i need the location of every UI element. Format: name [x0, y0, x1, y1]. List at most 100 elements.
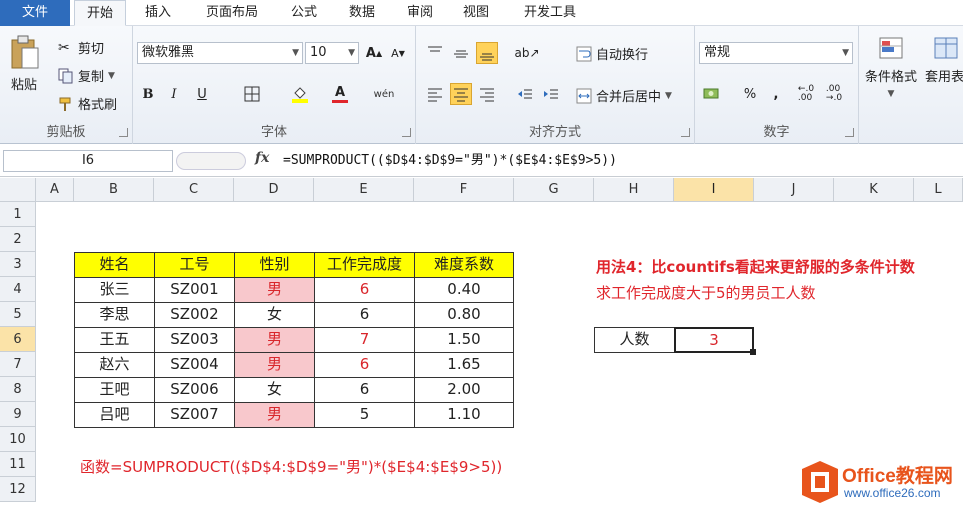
- column-header-h[interactable]: H: [594, 178, 674, 202]
- comma-button[interactable]: ,: [765, 83, 787, 105]
- table-cell[interactable]: 0.40: [414, 277, 514, 303]
- italic-button[interactable]: I: [163, 83, 185, 105]
- table-cell[interactable]: 男: [234, 277, 315, 303]
- orientation-button[interactable]: ab↗: [514, 42, 539, 64]
- font-color-button[interactable]: A: [329, 83, 351, 105]
- count-label-cell[interactable]: 人数: [594, 327, 675, 353]
- name-box[interactable]: I6: [3, 150, 173, 172]
- tab-home[interactable]: 开始: [74, 0, 126, 26]
- table-cell[interactable]: 吕吧: [74, 402, 155, 428]
- align-left-button[interactable]: [424, 83, 446, 105]
- alignment-launcher-icon[interactable]: [681, 128, 690, 137]
- phonetic-button[interactable]: wén: [373, 83, 395, 105]
- row-header-11[interactable]: 11: [0, 452, 36, 477]
- conditional-format-button[interactable]: 条件格式 ▼: [865, 36, 917, 99]
- grow-font-button[interactable]: A ▲: [363, 42, 385, 64]
- underline-button[interactable]: U: [191, 83, 213, 105]
- font-size-select[interactable]: 10 ▼: [305, 42, 359, 64]
- table-cell[interactable]: SZ006: [154, 377, 235, 403]
- tab-review[interactable]: 审阅: [396, 0, 444, 26]
- row-header-2[interactable]: 2: [0, 227, 36, 252]
- row-header-5[interactable]: 5: [0, 302, 36, 327]
- tab-file[interactable]: 文件: [0, 0, 70, 26]
- row-header-3[interactable]: 3: [0, 252, 36, 277]
- row-header-1[interactable]: 1: [0, 202, 36, 227]
- table-cell[interactable]: 赵六: [74, 352, 155, 378]
- align-bottom-button[interactable]: [476, 42, 498, 64]
- tab-insert[interactable]: 插入: [134, 0, 182, 26]
- select-all-corner[interactable]: [0, 178, 36, 202]
- bold-button[interactable]: B: [137, 83, 159, 105]
- tab-view[interactable]: 视图: [452, 0, 500, 26]
- row-header-12[interactable]: 12: [0, 477, 36, 502]
- column-header-l[interactable]: L: [914, 178, 963, 202]
- tab-developer[interactable]: 开发工具: [514, 0, 586, 26]
- table-cell[interactable]: SZ003: [154, 327, 235, 353]
- table-cell[interactable]: 6: [314, 277, 415, 303]
- column-header-b[interactable]: B: [74, 178, 154, 202]
- table-cell[interactable]: 0.80: [414, 302, 514, 328]
- column-header-e[interactable]: E: [314, 178, 414, 202]
- format-painter-button[interactable]: 格式刷: [58, 94, 117, 113]
- table-cell[interactable]: 男: [234, 327, 315, 353]
- percent-button[interactable]: %: [739, 83, 761, 105]
- table-cell[interactable]: 1.65: [414, 352, 514, 378]
- column-header-a[interactable]: A: [36, 178, 74, 202]
- row-header-10[interactable]: 10: [0, 427, 36, 452]
- table-cell[interactable]: 7: [314, 327, 415, 353]
- table-cell[interactable]: 2.00: [414, 377, 514, 403]
- wrap-text-button[interactable]: 自动换行: [576, 44, 648, 63]
- table-header-cell[interactable]: 性别: [234, 252, 315, 278]
- table-cell[interactable]: 李思: [74, 302, 155, 328]
- align-right-button[interactable]: [476, 83, 498, 105]
- table-header-cell[interactable]: 工号: [154, 252, 235, 278]
- table-cell[interactable]: 男: [234, 352, 315, 378]
- increase-decimal-button[interactable]: ←.0.00: [795, 83, 817, 105]
- table-header-cell[interactable]: 姓名: [74, 252, 155, 278]
- column-header-g[interactable]: G: [514, 178, 594, 202]
- table-cell[interactable]: 1.10: [414, 402, 514, 428]
- clipboard-launcher-icon[interactable]: [119, 128, 128, 137]
- font-name-select[interactable]: 微软雅黑 ▼: [137, 42, 303, 64]
- insert-function-icon[interactable]: fx: [255, 150, 269, 166]
- currency-button[interactable]: [701, 83, 723, 105]
- formula-bar-splitter[interactable]: [176, 152, 246, 170]
- table-cell[interactable]: 6: [314, 352, 415, 378]
- shrink-font-button[interactable]: A ▼: [387, 42, 409, 64]
- row-header-8[interactable]: 8: [0, 377, 36, 402]
- tab-data[interactable]: 数据: [338, 0, 386, 26]
- decrease-indent-button[interactable]: [514, 83, 536, 105]
- fill-color-button[interactable]: [289, 83, 311, 105]
- align-top-button[interactable]: [424, 42, 446, 64]
- merge-center-button[interactable]: 合并后居中 ▼: [576, 86, 672, 105]
- row-header-9[interactable]: 9: [0, 402, 36, 427]
- table-cell[interactable]: 女: [234, 302, 315, 328]
- number-launcher-icon[interactable]: [845, 128, 854, 137]
- table-cell[interactable]: 5: [314, 402, 415, 428]
- fill-handle[interactable]: [750, 349, 756, 355]
- paste-button[interactable]: 粘贴: [8, 34, 40, 93]
- table-cell[interactable]: 王吧: [74, 377, 155, 403]
- border-button[interactable]: [241, 83, 263, 105]
- column-header-c[interactable]: C: [154, 178, 234, 202]
- number-format-select[interactable]: 常规 ▼: [699, 42, 853, 64]
- table-header-cell[interactable]: 难度系数: [414, 252, 514, 278]
- table-cell[interactable]: 6: [314, 302, 415, 328]
- column-header-f[interactable]: F: [414, 178, 514, 202]
- cut-button[interactable]: ✂ 剪切: [58, 38, 104, 58]
- column-header-k[interactable]: K: [834, 178, 914, 202]
- table-cell[interactable]: 男: [234, 402, 315, 428]
- tab-page-layout[interactable]: 页面布局: [192, 0, 272, 26]
- table-cell[interactable]: SZ007: [154, 402, 235, 428]
- table-cell[interactable]: 6: [314, 377, 415, 403]
- table-cell[interactable]: 王五: [74, 327, 155, 353]
- row-header-7[interactable]: 7: [0, 352, 36, 377]
- decrease-decimal-button[interactable]: .00 →.0: [823, 83, 845, 105]
- align-center-button[interactable]: [450, 83, 472, 105]
- table-cell[interactable]: SZ002: [154, 302, 235, 328]
- copy-button[interactable]: 复制 ▼: [58, 66, 115, 85]
- column-header-i[interactable]: I: [674, 178, 754, 202]
- table-cell[interactable]: SZ004: [154, 352, 235, 378]
- tab-formulas[interactable]: 公式: [280, 0, 328, 26]
- formula-input[interactable]: =SUMPRODUCT(($D$4:$D$9="男")*($E$4:$E$9>5…: [283, 150, 617, 172]
